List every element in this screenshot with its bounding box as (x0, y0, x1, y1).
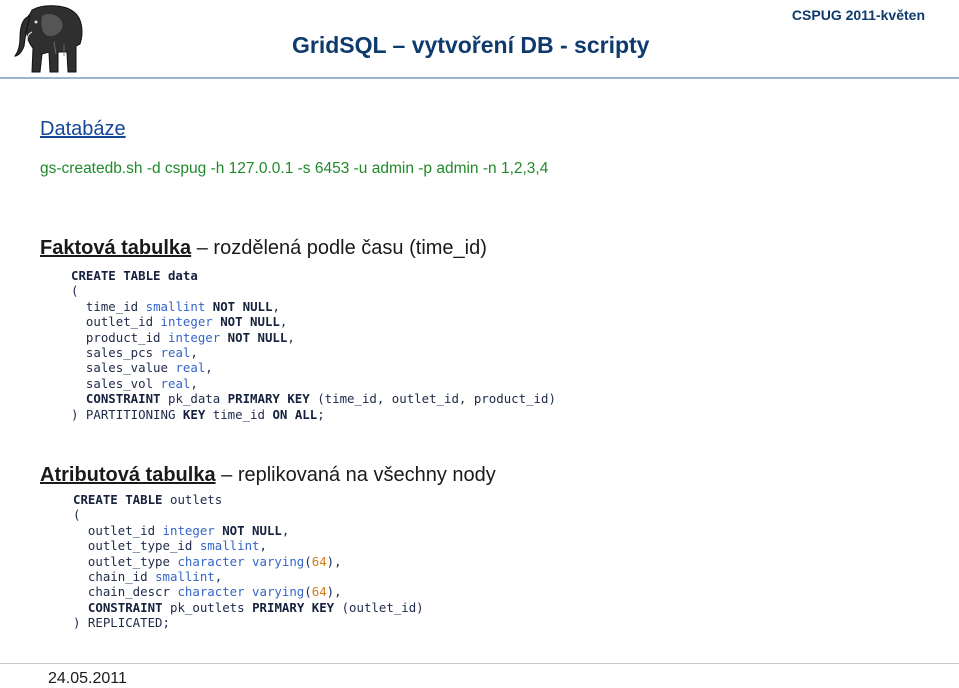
fact-sql-line: time_id smallint NOT NULL, (71, 299, 556, 314)
code-token: chain_descr (73, 584, 178, 600)
code-token: , (287, 329, 295, 345)
code-token: ), (326, 584, 342, 600)
attribute-table-heading-rest: – replikovaná na všechny nody (215, 464, 496, 486)
fact-sql-line: ) PARTITIONING KEY time_id ON ALL; (71, 407, 556, 422)
code-token: PRIMARY KEY (252, 599, 335, 615)
code-token: pk_outlets (162, 599, 253, 615)
attr-sql-line: chain_descr character varying(64), (73, 584, 424, 599)
code-token: sales_vol (71, 375, 161, 391)
database-heading: Databáze (40, 118, 126, 140)
code-token: ( (304, 584, 312, 600)
code-token: , (281, 522, 290, 538)
code-token: integer (160, 314, 213, 330)
code-token: integer (162, 522, 215, 538)
postgresql-elephant-icon (13, 5, 83, 73)
code-token: ( (71, 283, 79, 299)
code-token: , (205, 360, 213, 376)
attribute-table-heading: Atributová tabulka – replikovaná na všec… (40, 464, 496, 487)
code-token: 64 (311, 584, 327, 600)
attr-sql-line: outlet_id integer NOT NULL, (73, 523, 424, 538)
fact-table-heading: Faktová tabulka – rozdělená podle času (… (40, 237, 487, 260)
event-label: CSPUG 2011-květen (791, 7, 925, 23)
code-token: character varying (177, 553, 305, 569)
code-token: ) PARTITIONING (71, 406, 183, 422)
code-token: ; (317, 406, 325, 422)
attr-sql-line: CREATE TABLE outlets (73, 492, 424, 507)
attr-sql-line: ( (73, 507, 424, 522)
code-token: ( (304, 553, 312, 569)
code-token: CREATE TABLE (73, 492, 163, 507)
code-token: ) REPLICATED; (73, 615, 170, 631)
code-token: smallint (155, 569, 215, 585)
code-token: , (272, 298, 280, 314)
code-token: NOT NULL (222, 522, 282, 538)
code-token: smallint (145, 298, 206, 314)
createdb-command: gs-createdb.sh -d cspug -h 127.0.0.1 -s … (40, 160, 549, 177)
code-token: , (190, 375, 198, 391)
fact-table-heading-bold: Faktová tabulka (40, 237, 192, 259)
code-token: PRIMARY KEY (227, 391, 310, 407)
code-token: outlet_type (73, 553, 178, 569)
code-token: CONSTRAINT (71, 391, 161, 407)
footer-date: 24.05.2011 (48, 670, 127, 687)
attr-sql-line: chain_id smallint, (73, 569, 424, 584)
code-token: outlet_id (73, 522, 163, 538)
fact-sql-line: sales_vol real, (71, 376, 556, 391)
code-token: pk_data (160, 391, 228, 407)
fact-sql-line: outlet_id integer NOT NULL, (71, 314, 556, 329)
header-divider (0, 77, 959, 79)
code-token: integer (167, 329, 221, 345)
code-token: outlet_type_id (73, 538, 200, 554)
code-token: chain_id (73, 569, 156, 585)
code-token: ( (73, 507, 81, 523)
fact-sql-line: ( (71, 283, 556, 298)
fact-sql-line: sales_value real, (71, 360, 556, 375)
code-token: sales_value (71, 360, 176, 376)
code-token: CREATE TABLE data (71, 268, 198, 283)
attr-sql-line: outlet_type character varying(64), (73, 554, 424, 569)
code-token: , (259, 538, 267, 554)
code-token: product_id (71, 329, 168, 345)
fact-sql-line: CREATE TABLE data (71, 268, 556, 283)
code-token: NOT NULL (220, 314, 280, 330)
code-token: NOT NULL (212, 298, 273, 314)
code-token: ON ALL (272, 406, 318, 422)
footer-divider (0, 663, 959, 664)
fact-table-heading-rest: – rozdělená podle času (time_id) (191, 237, 487, 259)
code-token: real (160, 375, 191, 391)
code-token: KEY (182, 406, 206, 422)
code-token: smallint (199, 538, 260, 554)
attribute-table-sql: CREATE TABLE outlets( outlet_id integer … (73, 492, 424, 631)
code-token: real (160, 345, 191, 361)
attr-sql-line: ) REPLICATED; (73, 615, 424, 630)
fact-sql-line: product_id integer NOT NULL, (71, 330, 556, 345)
code-token: real (175, 360, 206, 376)
fact-table-sql: CREATE TABLE data( time_id smallint NOT … (71, 268, 556, 422)
code-token: outlet_id (71, 314, 161, 330)
code-token: CONSTRAINT (73, 599, 163, 615)
code-token: outlets (162, 492, 223, 507)
attr-sql-line: outlet_type_id smallint, (73, 538, 424, 553)
code-token: , (214, 569, 223, 585)
code-token: (outlet_id) (334, 599, 424, 615)
slide-title: GridSQL – vytvoření DB - scripty (292, 32, 650, 58)
code-token: time_id (205, 406, 273, 422)
attribute-table-heading-bold: Atributová tabulka (40, 464, 216, 486)
code-token: 64 (311, 553, 327, 569)
code-token: , (279, 314, 288, 330)
code-token: time_id (71, 298, 146, 314)
fact-sql-line: sales_pcs real, (71, 345, 556, 360)
attr-sql-line: CONSTRAINT pk_outlets PRIMARY KEY (outle… (73, 600, 424, 615)
code-token: character varying (177, 584, 305, 600)
code-token: (time_id, outlet_id, product_id) (309, 391, 556, 407)
code-token: , (190, 345, 198, 361)
fact-sql-line: CONSTRAINT pk_data PRIMARY KEY (time_id,… (71, 391, 556, 406)
code-token: NOT NULL (227, 329, 288, 345)
code-token: ), (326, 553, 342, 569)
code-token: sales_pcs (71, 345, 161, 361)
